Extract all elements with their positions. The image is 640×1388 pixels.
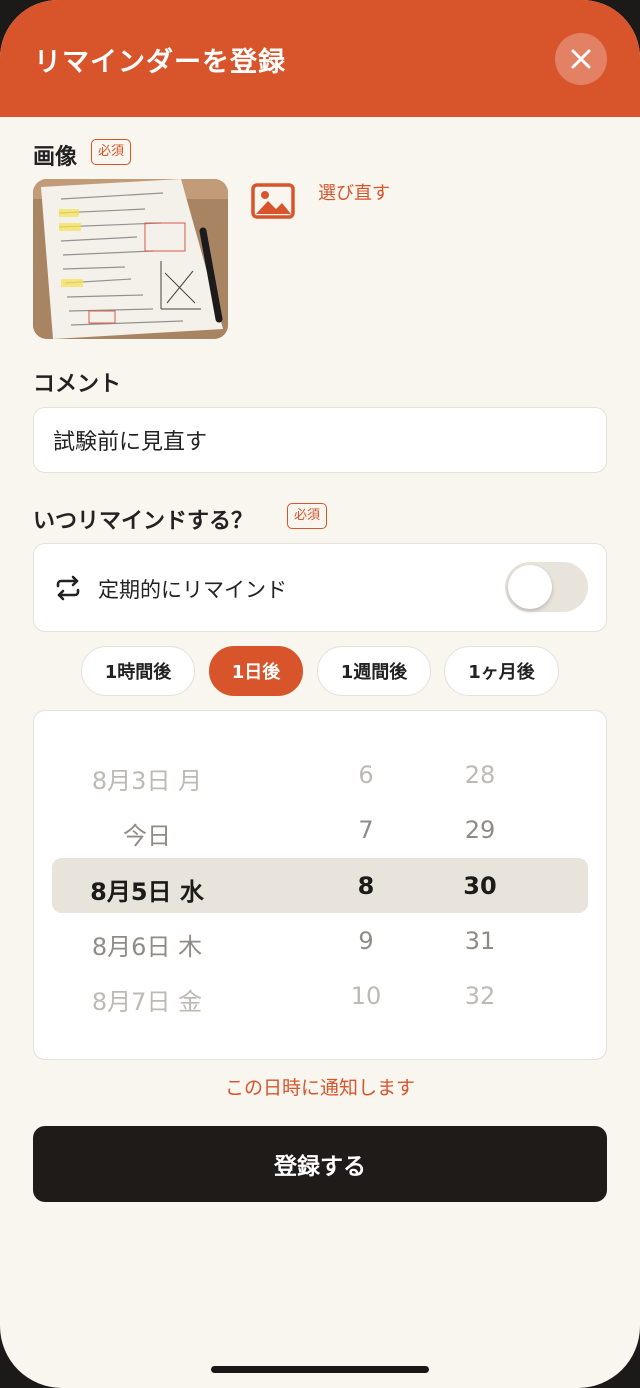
recurring-toggle[interactable] bbox=[505, 562, 588, 612]
picker-hour[interactable]: 7 bbox=[358, 816, 373, 844]
picker-hour-selected[interactable]: 8 bbox=[358, 872, 375, 900]
option-1-month[interactable]: 1ヶ月後 bbox=[444, 646, 559, 696]
comment-label: コメント bbox=[33, 372, 122, 397]
option-1-day[interactable]: 1日後 bbox=[209, 646, 303, 696]
picker-hour[interactable]: 10 bbox=[351, 982, 382, 1010]
repeat-icon bbox=[56, 575, 80, 601]
picker-hour[interactable]: 9 bbox=[358, 927, 373, 955]
picker-date[interactable]: 8月6日 木 bbox=[92, 927, 202, 962]
datetime-picker[interactable]: 8月3日 月 今日 8月5日 水 8月6日 木 8月7日 金 6 7 8 9 1… bbox=[33, 710, 607, 1060]
toggle-knob bbox=[508, 565, 552, 609]
reselect-image-link[interactable]: 選び直す bbox=[318, 179, 390, 205]
close-icon bbox=[571, 49, 591, 69]
option-1-hour[interactable]: 1時間後 bbox=[81, 646, 195, 696]
picker-date[interactable]: 今日 bbox=[123, 816, 171, 851]
when-required-badge: 必須 bbox=[287, 503, 328, 529]
picker-date[interactable]: 8月7日 金 bbox=[92, 982, 202, 1017]
picker-minute[interactable]: 32 bbox=[465, 982, 496, 1010]
picker-hour[interactable]: 6 bbox=[358, 761, 373, 789]
selected-image-thumbnail[interactable] bbox=[33, 179, 228, 339]
option-1-week[interactable]: 1週間後 bbox=[317, 646, 431, 696]
notification-notice: この日時に通知します bbox=[224, 1077, 415, 1099]
sheet-header: リマインダーを登録 bbox=[0, 0, 640, 117]
picker-minute[interactable]: 31 bbox=[465, 927, 496, 955]
reminder-sheet: リマインダーを登録 画像 必須 選び直す コメント 試験前に見直す いつリマイン… bbox=[0, 0, 640, 1388]
image-icon[interactable] bbox=[251, 183, 295, 219]
picker-minute[interactable]: 29 bbox=[465, 816, 496, 844]
when-label: いつリマインドする？ bbox=[33, 509, 254, 534]
comment-field[interactable] bbox=[33, 407, 607, 473]
recurring-label: 定期的にリマインド bbox=[98, 578, 287, 602]
register-button[interactable]: 登録する bbox=[33, 1126, 607, 1202]
recurring-reminder-row: 定期的にリマインド bbox=[33, 543, 607, 632]
home-indicator bbox=[211, 1366, 429, 1373]
picker-date-selected[interactable]: 8月5日 水 bbox=[90, 872, 204, 907]
image-required-badge: 必須 bbox=[91, 139, 132, 165]
picker-minute[interactable]: 28 bbox=[465, 761, 496, 789]
picker-minute-selected[interactable]: 30 bbox=[463, 872, 496, 900]
image-label: 画像 bbox=[33, 145, 78, 170]
sheet-title: リマインダーを登録 bbox=[34, 47, 286, 78]
close-button[interactable] bbox=[555, 33, 607, 85]
notebook-photo bbox=[33, 179, 228, 339]
picker-date[interactable]: 8月3日 月 bbox=[92, 761, 202, 796]
comment-input[interactable] bbox=[34, 408, 606, 472]
